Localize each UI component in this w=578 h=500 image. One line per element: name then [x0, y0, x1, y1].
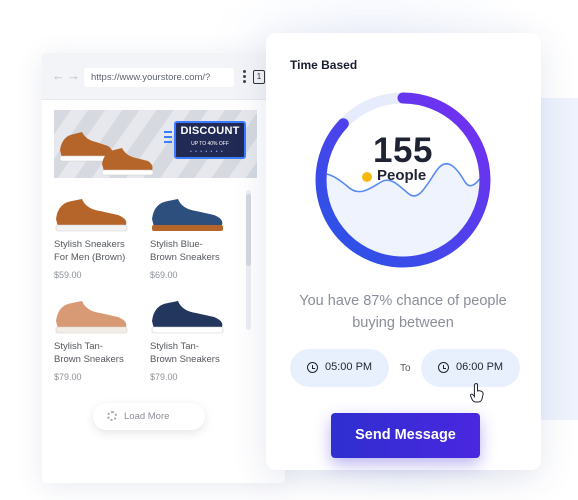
people-count: 155: [373, 131, 433, 170]
discount-badge: DISCOUNT UP TO 40% OFF • • • • • • •: [174, 121, 246, 159]
sneakers-banner-image: [59, 132, 154, 176]
time-separator: To: [400, 363, 411, 374]
browser-toolbar: ← → https://www.yourstore.com/? 1: [42, 53, 285, 100]
start-time-picker[interactable]: 05:00 PM: [290, 349, 389, 387]
product-card[interactable]: Stylish Blue- Brown Sneakers $69.00: [150, 191, 242, 280]
card-title: Time Based: [290, 58, 358, 72]
shoe-image: [55, 301, 128, 334]
arrow-right-icon[interactable]: →: [67, 69, 80, 82]
address-bar[interactable]: https://www.yourstore.com/?: [84, 68, 234, 87]
product-card[interactable]: Stylish Tan- Brown Sneakers $79.00: [54, 293, 146, 382]
people-label: People: [377, 167, 427, 184]
shoe-image: [152, 199, 223, 231]
shoe-image: [55, 199, 128, 232]
clock-icon: [438, 362, 449, 373]
end-time-picker[interactable]: 06:00 PM: [421, 349, 520, 387]
time-based-card: Time Based 155 People You have 87% chanc…: [266, 33, 541, 470]
product-list-scrollbar[interactable]: [246, 190, 251, 330]
clock-icon: [307, 362, 318, 373]
discount-banner[interactable]: DISCOUNT UP TO 40% OFF • • • • • • •: [54, 110, 257, 178]
arrow-left-icon[interactable]: ←: [52, 69, 65, 82]
background-panel-right: [540, 98, 578, 420]
kebab-menu-icon[interactable]: [242, 68, 246, 86]
product-card[interactable]: Stylish Tan- Brown Sneakers $79.00: [150, 293, 242, 382]
product-card[interactable]: Stylish Sneakers For Men (Brown) $59.00: [54, 191, 146, 280]
shoe-image: [151, 301, 224, 334]
load-more-button[interactable]: Load More: [93, 403, 205, 430]
send-message-button[interactable]: Send Message: [331, 413, 480, 458]
hand-pointer-icon: [470, 383, 484, 403]
spinner-icon: [107, 411, 117, 421]
status-dot: [362, 172, 372, 182]
tab-count-icon[interactable]: 1: [253, 70, 265, 84]
scrollbar-thumb[interactable]: [246, 194, 251, 266]
chance-description: You have 87% chance of people buying bet…: [299, 293, 507, 331]
